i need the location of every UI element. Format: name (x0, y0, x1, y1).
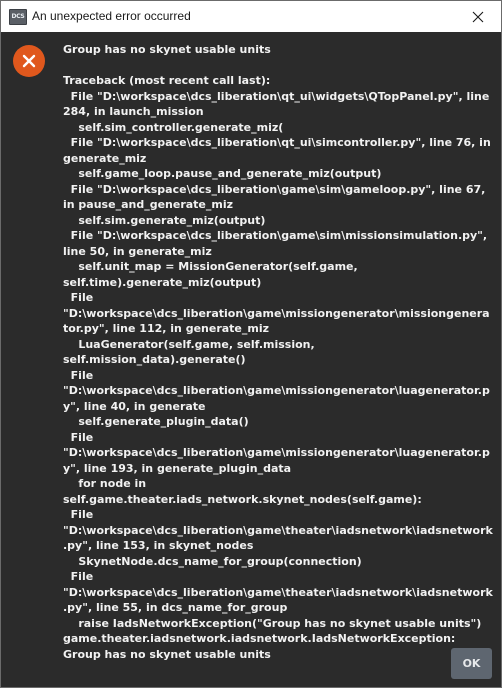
error-headline: Group has no skynet usable units (63, 43, 271, 56)
traceback-text[interactable]: Traceback (most recent call last): File … (63, 73, 493, 662)
error-icon (13, 45, 45, 77)
app-icon: DCS (9, 9, 27, 25)
window-title: An unexpected error occurred (32, 9, 191, 23)
title-bar: DCS An unexpected error occurred (1, 1, 501, 32)
dialog-body: Group has no skynet usable units Traceba… (1, 32, 501, 687)
error-x-glyph-icon (22, 54, 36, 68)
ok-button[interactable]: OK (451, 648, 492, 679)
close-button[interactable] (455, 1, 501, 32)
error-dialog-window: DCS An unexpected error occurred Group h… (0, 0, 502, 688)
error-message[interactable]: Group has no skynet usable units Traceba… (63, 42, 493, 662)
close-icon (472, 11, 484, 22)
